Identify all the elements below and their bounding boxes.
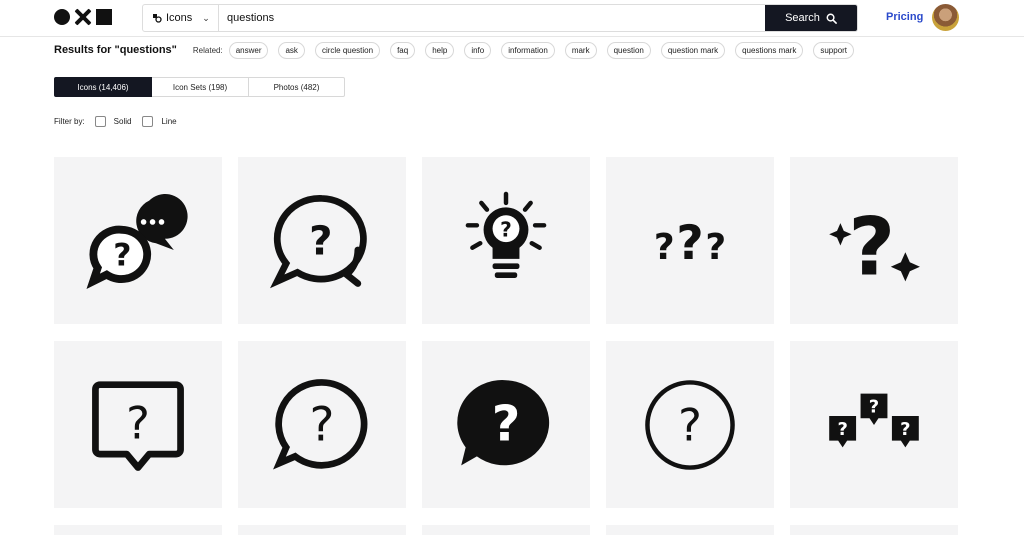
svg-text:?: ? xyxy=(900,419,910,440)
icons-type-icon xyxy=(153,14,162,23)
icon-result-tile[interactable] xyxy=(422,525,590,535)
svg-text:?: ? xyxy=(310,397,335,452)
icon-result-tile[interactable]: ? xyxy=(422,157,590,324)
icon-result-tile[interactable]: ? xyxy=(422,341,590,508)
logo-circle-icon xyxy=(54,9,70,25)
solid-label[interactable]: Solid xyxy=(114,117,132,126)
svg-text:?: ? xyxy=(654,226,675,267)
icon-result-tile[interactable]: ??? xyxy=(790,341,958,508)
line-label[interactable]: Line xyxy=(161,117,176,126)
search-input[interactable] xyxy=(219,5,765,31)
question-mark-sparkle-icon: ? xyxy=(829,200,920,294)
tab-photos[interactable]: Photos (482) xyxy=(249,77,345,97)
search-type-dropdown[interactable]: Icons ⌄ xyxy=(143,5,219,31)
tab-icon-sets[interactable]: Icon Sets (198) xyxy=(152,77,249,97)
tab-icons[interactable]: Icons (14,406) xyxy=(54,77,152,97)
svg-text:?: ? xyxy=(126,396,150,449)
logo-x-icon xyxy=(75,9,91,25)
svg-text:?: ? xyxy=(869,396,879,417)
filter-label: Filter by: xyxy=(54,117,85,126)
results-header: Results for "questions" Related: answer … xyxy=(54,40,864,60)
related-chip-info[interactable]: info xyxy=(464,41,492,59)
icon-result-tile[interactable]: ? xyxy=(54,157,222,324)
svg-text:?: ? xyxy=(705,226,726,267)
square-speech-question-icon: ? xyxy=(92,380,184,471)
chat-bubble-question-outline-icon: ? xyxy=(270,194,367,288)
noun-project-logo[interactable] xyxy=(54,9,112,25)
related-chip-question-mark[interactable]: question mark xyxy=(660,41,726,59)
three-speech-question-icon: ??? xyxy=(829,393,919,447)
icon-result-tile[interactable] xyxy=(238,525,406,535)
search-bar: Icons ⌄ Search xyxy=(142,4,858,32)
search-button[interactable]: Search xyxy=(765,5,857,31)
logo-square-icon xyxy=(96,9,112,25)
filled-speech-question-icon: ? xyxy=(457,379,550,465)
icon-result-tile[interactable]: ? xyxy=(238,341,406,508)
related-chip-answer[interactable]: answer xyxy=(228,41,269,59)
three-question-marks-icon: ? ? ? xyxy=(654,215,726,270)
related-chip-ask[interactable]: ask xyxy=(278,41,305,59)
icon-result-tile[interactable]: ? xyxy=(238,157,406,324)
top-navigation-bar: Icons ⌄ Search Pricing xyxy=(0,0,1024,37)
related-chip-mark[interactable]: mark xyxy=(564,41,597,59)
svg-text:?: ? xyxy=(309,217,332,264)
svg-text:?: ? xyxy=(500,217,512,241)
icon-result-tile[interactable] xyxy=(606,525,774,535)
related-chip-question[interactable]: question xyxy=(606,41,651,59)
related-chip-circle-question[interactable]: circle question xyxy=(314,41,381,59)
icon-results-grid-next-row xyxy=(54,525,958,535)
filter-bar: Filter by: Solid Line xyxy=(54,116,188,127)
search-type-label: Icons xyxy=(166,12,193,24)
related-chip-help[interactable]: help xyxy=(425,41,455,59)
related-label: Related: xyxy=(192,45,223,55)
icon-result-tile[interactable] xyxy=(54,525,222,535)
related-chip-questions-mark[interactable]: questions mark xyxy=(735,41,804,59)
related-chip-information[interactable]: information xyxy=(501,41,555,59)
icon-result-tile[interactable]: ? xyxy=(54,341,222,508)
search-button-label: Search xyxy=(785,12,820,24)
svg-text:?: ? xyxy=(837,419,847,440)
svg-text:?: ? xyxy=(676,215,703,270)
chat-bubbles-question-icon: ? xyxy=(86,193,188,289)
icon-result-tile[interactable]: ? xyxy=(606,341,774,508)
svg-text:?: ? xyxy=(492,394,521,452)
svg-text:?: ? xyxy=(113,237,131,273)
related-chip-support[interactable]: support xyxy=(813,41,855,59)
chevron-down-icon: ⌄ xyxy=(202,12,210,23)
round-speech-question-icon: ? xyxy=(273,378,368,469)
results-title: Results for "questions" xyxy=(54,44,177,56)
search-icon xyxy=(826,13,837,24)
related-chip-faq[interactable]: faq xyxy=(390,41,416,59)
lightbulb-question-icon: ? xyxy=(465,191,547,278)
solid-checkbox[interactable] xyxy=(94,116,106,127)
icon-result-tile[interactable]: ? ? ? xyxy=(606,157,774,324)
result-type-tabs: Icons (14,406) Icon Sets (198) Photos (4… xyxy=(54,77,345,97)
icon-result-tile[interactable]: ? xyxy=(790,157,958,324)
circle-question-icon: ? xyxy=(645,379,735,470)
line-checkbox[interactable] xyxy=(142,116,154,127)
svg-text:?: ? xyxy=(678,398,702,451)
svg-text:?: ? xyxy=(848,200,895,294)
icon-result-tile[interactable] xyxy=(790,525,958,535)
user-avatar[interactable] xyxy=(932,4,959,31)
pricing-link[interactable]: Pricing xyxy=(886,11,923,23)
icon-results-grid: ? ? ? ? ? ? ? ? ? ? ? ? ? ? xyxy=(54,157,958,508)
